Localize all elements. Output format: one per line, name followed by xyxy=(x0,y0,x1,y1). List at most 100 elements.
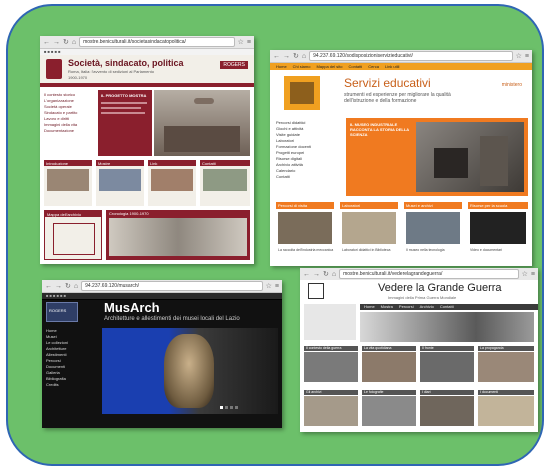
bookmarks-bar: ■ ■ ■ ■ ■ ■ xyxy=(42,293,282,300)
back-icon[interactable]: ← xyxy=(303,271,310,278)
top-menu-item[interactable]: Mostra xyxy=(381,304,393,310)
address-bar[interactable]: mostre.beniculturali.it/societasindacato… xyxy=(79,37,235,47)
top-menu-item[interactable]: Archivio xyxy=(420,304,434,310)
screenshot-vedere-la-grande-guerra: ← → ↻ ⌂ mostre.beniculturali.it/vederela… xyxy=(300,268,538,432)
archive-map-panel[interactable]: Mappa dell'archivio xyxy=(44,210,102,260)
gallery-row-2: Gli archivi Le fotografie I diari I docu… xyxy=(304,390,534,428)
hero-photo xyxy=(154,90,250,156)
hero-photo xyxy=(360,312,534,342)
menu-icon[interactable]: ≡ xyxy=(525,53,529,60)
top-menu-item[interactable]: Home xyxy=(364,304,375,310)
sidebar-menu: Il contesto storico L'organizzazione Soc… xyxy=(44,92,94,134)
site-title: Vedere la Grande Guerra xyxy=(378,282,502,294)
section-card[interactable]: Contatti xyxy=(200,160,250,206)
card[interactable]: Percorsi di visita La raccolta dell'indu… xyxy=(276,202,334,262)
screenshot-societa-sindacato-politica: ← → ↻ ⌂ mostre.beniculturali.it/societas… xyxy=(40,36,254,264)
gallery-card[interactable]: Il contesto della guerra xyxy=(304,346,358,386)
forward-icon[interactable]: → xyxy=(53,39,60,46)
card[interactable]: Laboratori Laboratori didattici in Bibli… xyxy=(340,202,398,262)
forward-icon[interactable]: → xyxy=(313,271,320,278)
banner-photo xyxy=(416,122,524,192)
top-menu-item[interactable]: Contatti xyxy=(440,304,454,310)
top-menu: Home Chi siamo Mappa del sito Contatti C… xyxy=(270,63,532,70)
hero-slideshow[interactable] xyxy=(102,328,278,414)
site-title: Servizi educativi xyxy=(344,76,431,90)
home-icon[interactable]: ⌂ xyxy=(72,39,76,46)
reload-icon[interactable]: ↻ xyxy=(293,53,299,60)
section-card[interactable]: Link xyxy=(148,160,196,206)
site-subtitle: strumenti ed esperienze per migliorare l… xyxy=(344,92,451,104)
star-icon[interactable]: ☆ xyxy=(238,39,244,46)
section-title: Contatti xyxy=(202,161,216,166)
menu-icon[interactable]: ≡ xyxy=(247,39,251,46)
banner-caption: IL MUSEO INDUSTRIALE RACCONTA LA STORIA … xyxy=(350,122,410,137)
reload-icon[interactable]: ↻ xyxy=(63,39,69,46)
timeline-panel[interactable]: Cronologia 1900-1970 xyxy=(106,210,250,260)
sidebar-item[interactable]: Documentazione xyxy=(44,128,94,134)
address-bar[interactable]: 94.237.69.120/sodisposizioniservizieduca… xyxy=(309,51,513,61)
card[interactable]: Musei e archivi Il museo nella tecnologi… xyxy=(404,202,462,262)
gallery-card[interactable]: Gli archivi xyxy=(304,390,358,428)
timeline-title: Cronologia 1900-1970 xyxy=(109,211,149,216)
top-menu-item[interactable]: Percorsi xyxy=(399,304,414,310)
slide-dot[interactable] xyxy=(225,406,228,409)
menu-icon[interactable]: ≡ xyxy=(275,283,279,290)
gallery-card-title: I documenti xyxy=(480,390,499,394)
sidebar-menu: Percorsi didattici Giochi e attività Vis… xyxy=(276,120,342,180)
menu-icon[interactable]: ≡ xyxy=(531,271,535,278)
site-title: Società, sindacato, politica xyxy=(68,58,184,68)
top-menu-item[interactable]: Chi siamo xyxy=(293,63,311,70)
section-card[interactable]: Mostre xyxy=(96,160,144,206)
section-card[interactable]: Introduzione xyxy=(44,160,92,206)
home-icon[interactable]: ⌂ xyxy=(74,283,78,290)
gallery-card[interactable]: I documenti xyxy=(478,390,534,428)
gallery-card-title: La propaganda xyxy=(480,346,504,350)
site-header: Società, sindacato, politica Roma, Itali… xyxy=(40,55,254,83)
top-menu-item[interactable]: Home xyxy=(276,63,287,70)
site-logo-icon xyxy=(308,283,324,299)
top-menu-item[interactable]: Contatti xyxy=(348,63,362,70)
project-box-title: IL PROGETTO MOSTRA xyxy=(101,93,147,98)
star-icon[interactable]: ☆ xyxy=(522,271,528,278)
site-logo: ROGERS xyxy=(46,302,78,322)
project-box[interactable]: IL PROGETTO MOSTRA xyxy=(98,90,152,156)
top-menu-item[interactable]: Link utili xyxy=(385,63,399,70)
card-caption: Laboratori didattici in Biblioteca xyxy=(342,248,391,252)
forward-icon[interactable]: → xyxy=(55,283,62,290)
back-icon[interactable]: ← xyxy=(43,39,50,46)
top-menu: Home Mostra Percorsi Archivio Contatti xyxy=(360,304,538,310)
gallery-card[interactable]: La vita quotidiana xyxy=(362,346,416,386)
site-subtitle: Architetture e allestimenti dei musei lo… xyxy=(104,316,240,322)
gallery-card[interactable]: Il fronte xyxy=(420,346,474,386)
gallery-card-title: Il fronte xyxy=(422,346,434,350)
gallery-card[interactable]: La propaganda xyxy=(478,346,534,386)
slide-dot[interactable] xyxy=(230,406,233,409)
address-bar[interactable]: mostre.beniculturali.it/vederelagrandegu… xyxy=(339,269,519,279)
gallery-card-title: La vita quotidiana xyxy=(364,346,392,350)
section-title: Mostre xyxy=(98,161,111,166)
forward-icon[interactable]: → xyxy=(283,53,290,60)
featured-banner[interactable]: IL MUSEO INDUSTRIALE RACCONTA LA STORIA … xyxy=(346,118,528,196)
home-icon[interactable]: ⌂ xyxy=(302,53,306,60)
site-logo-icon xyxy=(46,59,62,79)
star-icon[interactable]: ☆ xyxy=(266,283,272,290)
home-icon[interactable]: ⌂ xyxy=(332,271,336,278)
reload-icon[interactable]: ↻ xyxy=(323,271,329,278)
slide-dot[interactable] xyxy=(235,406,238,409)
back-icon[interactable]: ← xyxy=(45,283,52,290)
sidebar-item[interactable]: Contatti xyxy=(276,174,342,180)
slide-dot[interactable] xyxy=(220,406,223,409)
reload-icon[interactable]: ↻ xyxy=(65,283,71,290)
gallery-card[interactable]: Le fotografie xyxy=(362,390,416,428)
gallery-row-1: Il contesto della guerra La vita quotidi… xyxy=(304,346,534,386)
back-icon[interactable]: ← xyxy=(273,53,280,60)
sidebar-item[interactable]: Credits xyxy=(46,382,98,388)
card[interactable]: Risorse per la scuola Video e documentar… xyxy=(468,202,528,262)
top-menu-item[interactable]: Mappa del sito xyxy=(316,63,342,70)
top-menu-item[interactable]: Cerca xyxy=(368,63,379,70)
address-bar[interactable]: 94.237.69.120/musarch/ xyxy=(81,281,263,291)
sections-row: Introduzione Mostre Link Contatti xyxy=(44,160,250,206)
gallery-card[interactable]: I diari xyxy=(420,390,474,428)
partner-logo: ROGERS xyxy=(220,61,248,69)
star-icon[interactable]: ☆ xyxy=(516,53,522,60)
